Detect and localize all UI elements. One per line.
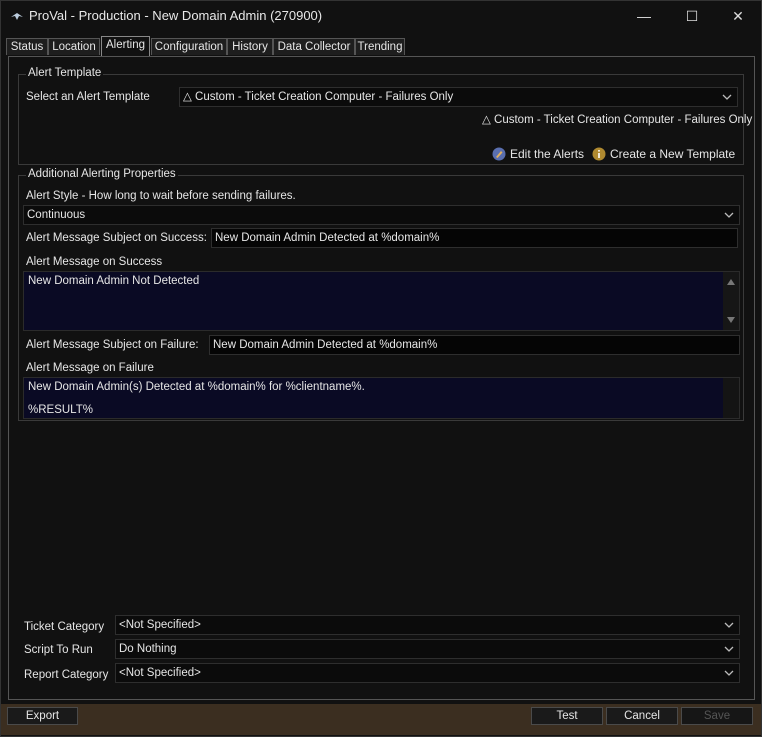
edit-alerts-link[interactable]: Edit the Alerts xyxy=(510,147,584,161)
button-bar: Export Test Cancel Save xyxy=(1,704,761,735)
maximize-button[interactable]: ☐ xyxy=(669,4,715,28)
tab-alerting[interactable]: Alerting xyxy=(101,36,150,56)
script-to-run-value: Do Nothing xyxy=(119,643,177,655)
close-button[interactable]: ✕ xyxy=(715,4,761,28)
success-message-textarea[interactable]: New Domain Admin Not Detected xyxy=(23,271,740,331)
edit-alerts-icon xyxy=(492,147,506,161)
alert-template-select[interactable]: △ Custom - Ticket Creation Computer - Fa… xyxy=(179,87,738,107)
alert-style-value: Continuous xyxy=(27,209,86,221)
success-subject-label: Alert Message Subject on Success: xyxy=(26,232,207,244)
tab-trending[interactable]: Trending xyxy=(355,38,405,55)
chevron-down-icon xyxy=(724,622,734,628)
test-button[interactable]: Test xyxy=(531,707,603,725)
success-subject-input[interactable]: New Domain Admin Detected at %domain% xyxy=(211,228,738,248)
failure-message-line-1: New Domain Admin(s) Detected at %domain%… xyxy=(28,381,365,393)
failure-message-scrollbar[interactable] xyxy=(723,378,739,418)
info-icon xyxy=(592,147,606,161)
success-message-text: New Domain Admin Not Detected xyxy=(28,275,200,287)
additional-properties-label: Additional Alerting Properties xyxy=(26,168,178,180)
report-category-label: Report Category xyxy=(24,669,109,681)
minimize-button[interactable]: — xyxy=(621,4,667,28)
select-template-label: Select an Alert Template xyxy=(26,91,150,103)
alert-style-label: Alert Style - How long to wait before se… xyxy=(26,190,296,202)
save-button[interactable]: Save xyxy=(681,707,753,725)
window: ProVal - Production - New Domain Admin (… xyxy=(0,0,762,737)
report-category-select[interactable]: <Not Specified> xyxy=(115,663,740,683)
chevron-down-icon xyxy=(724,646,734,652)
alerting-panel: Alert Template Select an Alert Template … xyxy=(8,56,755,700)
title-bar[interactable]: ProVal - Production - New Domain Admin (… xyxy=(1,1,761,31)
scroll-down-arrow-icon[interactable] xyxy=(727,317,735,323)
alert-template-value: △ Custom - Ticket Creation Computer - Fa… xyxy=(183,91,454,103)
success-message-label: Alert Message on Success xyxy=(26,256,163,268)
create-template-link[interactable]: Create a New Template xyxy=(610,147,735,161)
alert-style-select[interactable]: Continuous xyxy=(23,205,740,225)
tab-configuration[interactable]: Configuration xyxy=(151,38,227,55)
failure-message-textarea[interactable]: New Domain Admin(s) Detected at %domain%… xyxy=(23,377,740,419)
success-message-scrollbar[interactable] xyxy=(723,272,739,330)
ticket-category-select[interactable]: <Not Specified> xyxy=(115,615,740,635)
failure-message-label: Alert Message on Failure xyxy=(26,362,154,374)
ticket-category-value: <Not Specified> xyxy=(119,619,201,631)
app-icon xyxy=(11,13,23,20)
tab-location[interactable]: Location xyxy=(48,38,100,55)
window-title: ProVal - Production - New Domain Admin (… xyxy=(29,8,323,23)
failure-subject-input[interactable]: New Domain Admin Detected at %domain% xyxy=(209,335,740,355)
chevron-down-icon xyxy=(724,212,734,218)
failure-message-line-2: %RESULT% xyxy=(28,404,93,416)
failure-subject-label: Alert Message Subject on Failure: xyxy=(26,339,199,351)
scroll-up-arrow-icon[interactable] xyxy=(727,279,735,285)
export-button[interactable]: Export xyxy=(7,707,78,725)
script-to-run-select[interactable]: Do Nothing xyxy=(115,639,740,659)
chevron-down-icon xyxy=(722,94,732,100)
ticket-category-label: Ticket Category xyxy=(24,621,105,633)
alert-template-group-label: Alert Template xyxy=(26,67,104,79)
script-to-run-label: Script To Run xyxy=(24,644,93,656)
tab-data-collector[interactable]: Data Collector xyxy=(273,38,355,55)
chevron-down-icon xyxy=(724,670,734,676)
report-category-value: <Not Specified> xyxy=(119,667,201,679)
tab-status[interactable]: Status xyxy=(6,38,48,55)
template-caption: △ Custom - Ticket Creation Computer - Fa… xyxy=(482,114,753,126)
tab-history[interactable]: History xyxy=(227,38,273,55)
cancel-button[interactable]: Cancel xyxy=(606,707,678,725)
